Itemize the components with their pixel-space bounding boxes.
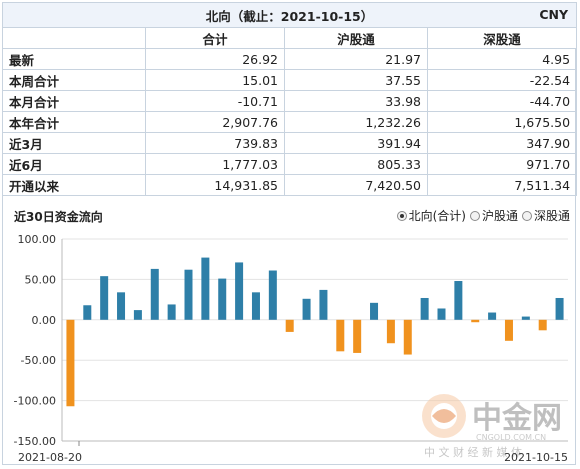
bar-7: [184, 269, 193, 320]
bar-15: [319, 289, 328, 320]
y-tick-label: -150.00: [14, 435, 56, 448]
bar-14: [302, 298, 311, 320]
bar-12: [268, 270, 277, 320]
bar-1: [83, 305, 92, 320]
bar-17: [353, 319, 362, 353]
fund-flow-chart: 中金网 CNGOLD.COM.CN 中 文 财 经 新 媒 体 100.00 50…: [14, 233, 568, 464]
watermark: 中金网 CNGOLD.COM.CN 中 文 财 经 新 媒 体: [422, 394, 562, 459]
x-start-label: 2021-08-20: [18, 451, 82, 464]
y-tick-label: -50.00: [21, 354, 56, 367]
bar-18: [370, 302, 379, 320]
bar-5: [150, 268, 159, 320]
bar-16: [336, 319, 345, 352]
bar-11: [251, 292, 260, 320]
bar-29: [555, 297, 564, 320]
y-tick-label: 0.00: [32, 314, 57, 327]
bar-24: [471, 319, 480, 323]
y-tick-label: -100.00: [14, 395, 56, 408]
x-end-label: 2021-10-15: [504, 451, 568, 464]
bar-10: [235, 262, 244, 320]
bar-21: [420, 297, 429, 320]
bar-4: [133, 310, 142, 320]
bar-20: [403, 319, 412, 355]
bar-19: [386, 319, 395, 344]
y-tick-label: 100.00: [18, 233, 57, 246]
bar-3: [117, 292, 126, 320]
bar-0: [66, 319, 75, 407]
bar-26: [504, 319, 513, 341]
bar-6: [167, 304, 176, 320]
bar-23: [454, 281, 463, 320]
bar-22: [437, 308, 446, 320]
bar-9: [218, 278, 227, 320]
bar-25: [488, 312, 497, 320]
bar-8: [201, 257, 210, 320]
bar-27: [521, 316, 530, 320]
bar-2: [100, 276, 109, 320]
bar-28: [538, 319, 547, 331]
watermark-brand: 中金网: [472, 401, 562, 436]
y-tick-label: 50.00: [25, 273, 57, 286]
bar-13: [285, 319, 294, 332]
